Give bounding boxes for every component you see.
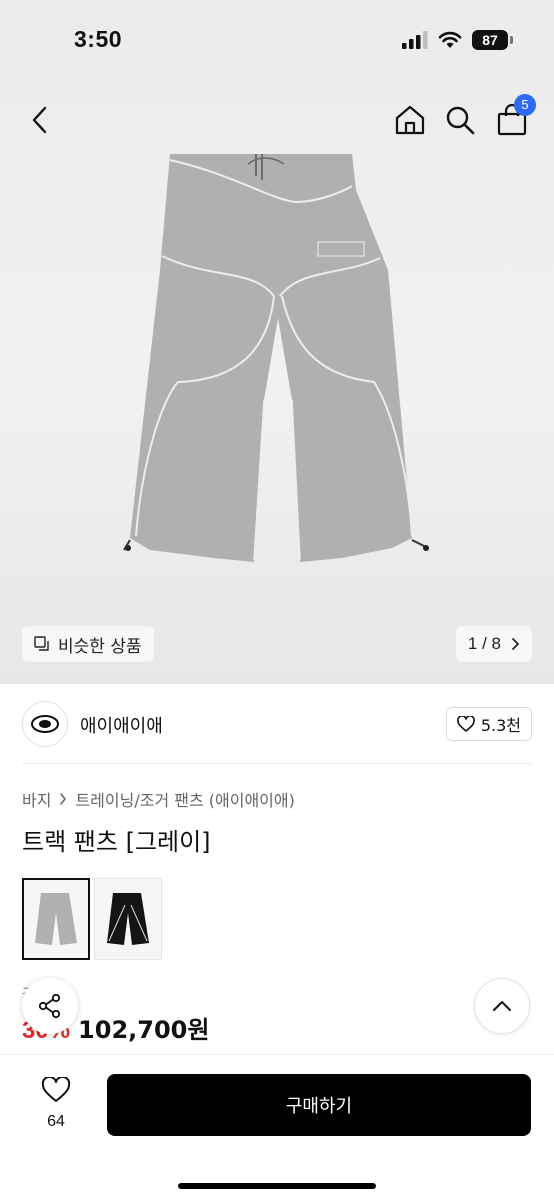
wishlist-count: 64 bbox=[47, 1113, 65, 1130]
pants-thumbnail bbox=[107, 893, 149, 945]
color-option-black[interactable] bbox=[94, 878, 162, 960]
gallery-counter[interactable]: 1 / 8 bbox=[455, 626, 532, 662]
similar-icon bbox=[34, 636, 49, 651]
heart-icon bbox=[456, 716, 475, 732]
home-indicator bbox=[178, 1183, 376, 1189]
chevron-right-icon bbox=[512, 638, 519, 650]
heart-icon bbox=[41, 1075, 71, 1102]
top-nav: 5 bbox=[0, 92, 554, 148]
cart-count-badge: 5 bbox=[514, 94, 536, 116]
bottom-action-bar: 64 구매하기 bbox=[0, 1054, 554, 1200]
similar-products-button[interactable]: 비슷한 상품 bbox=[22, 626, 154, 662]
back-button[interactable] bbox=[18, 98, 62, 142]
divider bbox=[22, 763, 532, 764]
scroll-to-top-button[interactable] bbox=[474, 978, 530, 1034]
share-icon bbox=[38, 993, 61, 1019]
brand-logo[interactable] bbox=[22, 701, 68, 747]
chevron-right-icon bbox=[60, 793, 67, 805]
signal-icon bbox=[402, 31, 428, 49]
product-image bbox=[123, 154, 429, 562]
sale-price: 102,700원 bbox=[78, 1016, 210, 1044]
breadcrumb: 바지 트레이닝/조거 팬츠 (애이애이애) bbox=[22, 787, 295, 811]
gallery-counter-text: 1 / 8 bbox=[467, 634, 501, 653]
breadcrumb-category[interactable]: 바지 bbox=[22, 787, 51, 811]
brand-like-button[interactable]: 5.3천 bbox=[445, 707, 532, 741]
status-icons: 87 bbox=[402, 30, 513, 50]
cart-button[interactable]: 5 bbox=[490, 94, 536, 142]
share-button[interactable] bbox=[22, 978, 78, 1034]
wifi-icon bbox=[438, 31, 462, 48]
status-time: 3:50 bbox=[74, 26, 123, 52]
breadcrumb-subcategory[interactable]: 트레이닝/조거 팬츠 (애이애이애) bbox=[75, 787, 294, 811]
home-button[interactable] bbox=[388, 98, 432, 142]
similar-products-label: 비슷한 상품 bbox=[58, 636, 142, 657]
brand-name[interactable]: 애이애이애 bbox=[80, 712, 163, 738]
status-bar: 3:50 87 bbox=[0, 0, 554, 84]
color-options bbox=[22, 878, 162, 960]
home-icon bbox=[395, 105, 425, 135]
brand-row: 애이애이애 5.3천 bbox=[0, 700, 554, 748]
search-button[interactable] bbox=[438, 98, 482, 142]
brand-like-count: 5.3천 bbox=[480, 716, 521, 735]
buy-button[interactable]: 구매하기 bbox=[107, 1074, 531, 1136]
chevron-up-icon bbox=[493, 1001, 511, 1011]
pants-thumbnail bbox=[35, 893, 77, 945]
wishlist-button[interactable]: 64 bbox=[28, 1075, 84, 1131]
color-option-gray[interactable] bbox=[22, 878, 90, 960]
search-icon bbox=[446, 106, 475, 135]
brand-logo-mark bbox=[31, 715, 59, 733]
battery-indicator: 87 bbox=[472, 30, 513, 50]
back-icon bbox=[32, 106, 47, 134]
product-title: 트랙 팬츠 [그레이] bbox=[22, 828, 211, 856]
